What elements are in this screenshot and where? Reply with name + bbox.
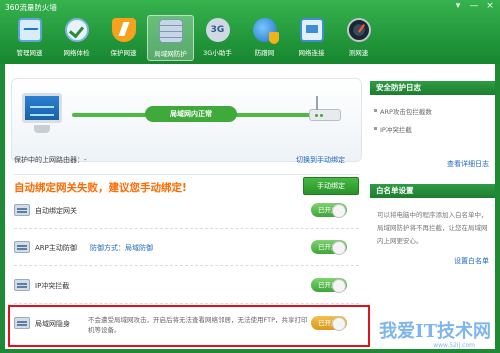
feature-name: 自动绑定网关	[35, 207, 77, 215]
main-toolbar: 管理网速 网络体检 保护网速 局域网防护 3G 3G小助手 防蹭网 网络连接 测	[6, 15, 382, 61]
speed-monitor-icon	[17, 18, 42, 42]
tool-manage-speed[interactable]: 管理网速	[6, 15, 53, 61]
tool-network-connection[interactable]: 网络连接	[288, 15, 335, 61]
window-controls: ▾ — ×	[452, 1, 496, 12]
tool-label: 3G小助手	[203, 49, 232, 57]
anti-leech-icon	[252, 18, 279, 44]
minimize-button[interactable]: —	[468, 1, 480, 12]
close-button[interactable]: ×	[484, 1, 496, 12]
top-bar: 360流量防火墙 ▾ — × 管理网速 网络体检 保护网速 局域网防护 3G 3…	[0, 0, 500, 64]
ip-conflict-toggle[interactable]: 已开启	[311, 278, 347, 293]
app-title: 360流量防火墙	[5, 3, 57, 12]
arp-blocked-count: ARP攻击包拦截数	[374, 108, 432, 116]
site-watermark: 我爱IT技术网	[379, 321, 491, 342]
right-sidebar: 安全防护日志 ARP攻击包拦截数 IP冲突拦截 查看详细日志 白名单设置 可以将…	[370, 64, 495, 349]
lan-status-diagram: 局域网内正常	[11, 78, 362, 162]
whitelist-description: 可以将电脑中的程序添加入白名单中，局域网防护将不再拦截，让您在局域网内上网更安心…	[377, 211, 488, 245]
gateway-alert: 自动绑定网关失败，建议您手动绑定! 手动绑定	[14, 174, 359, 195]
tool-label: 网络连接	[298, 49, 325, 57]
title-bar: 360流量防火墙 ▾ — ×	[0, 0, 500, 14]
tool-label: 测网速	[348, 49, 369, 57]
feature-row-ip-conflict: IP冲突拦截 已开启	[14, 270, 359, 304]
menu-dropdown-button[interactable]: ▾	[452, 1, 464, 12]
router-icon	[309, 96, 341, 121]
tool-anti-leech[interactable]: 防蹭网	[241, 15, 288, 61]
tool-lan-protection[interactable]: 局域网防护	[147, 15, 194, 61]
health-check-icon	[64, 18, 89, 42]
firewall-wall-icon	[158, 19, 183, 43]
shield-speed-icon	[111, 18, 136, 42]
tool-3g-helper[interactable]: 3G 3G小助手	[194, 15, 241, 61]
router-small-icon	[14, 279, 30, 291]
alert-message: 自动绑定网关失败，建议您手动绑定!	[14, 182, 187, 194]
router-small-icon	[14, 204, 30, 216]
whitelist-header: 白名单设置	[370, 184, 495, 198]
lan-protection-panel: 局域网内正常 保护中的上网路由器：- 切换到手动绑定 自动绑定网关失败，建议您手…	[5, 64, 370, 349]
tool-label: 局域网防护	[154, 50, 187, 58]
defense-mode-link[interactable]: 防御方式：局域防御	[90, 243, 153, 253]
tool-label: 网络体检	[63, 49, 90, 57]
highlight-box	[8, 305, 370, 347]
speedometer-icon	[346, 18, 371, 42]
tool-label: 保护网速	[110, 49, 137, 57]
main-content: 局域网内正常 保护中的上网路由器：- 切换到手动绑定 自动绑定网关失败，建议您手…	[5, 64, 495, 349]
network-connection-icon	[299, 18, 324, 42]
tool-speed-test[interactable]: 测网速	[335, 15, 382, 61]
view-log-link[interactable]: 查看详细日志	[447, 159, 489, 169]
3g-icon: 3G	[205, 18, 230, 42]
tool-health-check[interactable]: 网络体检	[53, 15, 100, 61]
site-watermark-url: www.52ij.com	[433, 342, 475, 349]
protected-router-label: 保护中的上网路由器：-	[14, 156, 87, 164]
feature-name: IP冲突拦截	[35, 282, 70, 290]
computer-icon	[22, 93, 62, 123]
set-whitelist-link[interactable]: 设置白名单	[454, 256, 489, 266]
switch-manual-bind-link[interactable]: 切换到手动绑定	[296, 155, 345, 165]
security-log-header: 安全防护日志	[370, 81, 495, 95]
tool-label: 防蹭网	[254, 49, 275, 57]
feature-row-arp: ARP主动防御 防御方式：局域防御 已开启	[14, 232, 359, 266]
gateway-row: 保护中的上网路由器：- 切换到手动绑定	[14, 155, 357, 165]
tool-protect-speed[interactable]: 保护网速	[100, 15, 147, 61]
arp-defense-toggle[interactable]: 已开启	[311, 240, 347, 255]
tool-label: 管理网速	[16, 49, 43, 57]
router-small-icon	[14, 241, 30, 253]
manual-bind-button[interactable]: 手动绑定	[303, 177, 359, 195]
feature-row-auto-bind: 自动绑定网关 已开启	[14, 195, 359, 229]
auto-bind-toggle[interactable]: 已开启	[311, 203, 347, 218]
lan-status-badge: 局域网内正常	[145, 106, 237, 122]
ip-conflict-count: IP冲突拦截	[374, 126, 412, 134]
computer-stand	[34, 125, 50, 133]
feature-name: ARP主动防御	[35, 244, 77, 252]
